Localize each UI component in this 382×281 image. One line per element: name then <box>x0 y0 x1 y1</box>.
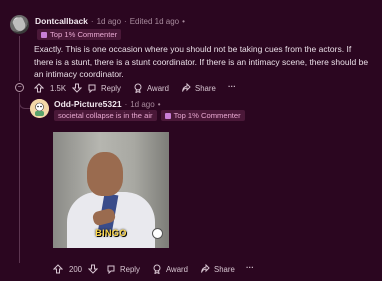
reply-icon <box>106 264 116 274</box>
user-flair: societal collapse is in the air <box>54 110 157 121</box>
gif-logo-icon <box>152 228 163 239</box>
reply-label: Reply <box>101 83 121 93</box>
thread-line[interactable] <box>19 36 20 81</box>
award-icon <box>152 264 162 274</box>
flair-label: Top 1% Commenter <box>173 111 241 120</box>
award-button[interactable]: Award <box>133 83 169 93</box>
comment-username[interactable]: Dontcallback <box>35 16 88 26</box>
flair-icon <box>164 113 171 119</box>
reply-gif[interactable]: BINGO <box>53 132 169 248</box>
award-icon <box>133 83 143 93</box>
thread-line[interactable] <box>19 93 20 263</box>
share-icon <box>200 264 210 274</box>
avatar[interactable] <box>10 15 29 34</box>
comment-body: Exactly. This is one occasion where you … <box>34 44 369 79</box>
upvote-icon[interactable] <box>34 83 44 93</box>
comment-time[interactable]: 1d ago <box>97 17 121 26</box>
share-button[interactable]: Share <box>200 264 235 274</box>
meta-dot: • <box>182 16 185 26</box>
downvote-icon[interactable] <box>88 264 99 274</box>
more-options-button[interactable]: ··· <box>246 263 254 272</box>
award-button[interactable]: Award <box>152 264 188 274</box>
reply-username[interactable]: Odd-Picture5321 <box>54 99 122 109</box>
share-label: Share <box>195 83 216 93</box>
award-label: Award <box>147 83 169 93</box>
share-label: Share <box>214 264 235 274</box>
vote-group: 200 <box>53 264 99 274</box>
commenter-flair: Top 1% Commenter <box>160 110 245 121</box>
reply-button[interactable]: Reply <box>87 83 121 93</box>
reply-label: Reply <box>120 264 140 274</box>
meta-separator: · <box>124 99 128 109</box>
reply-button[interactable]: Reply <box>106 264 140 274</box>
share-button[interactable]: Share <box>181 83 216 93</box>
upvote-icon[interactable] <box>53 264 63 274</box>
vote-count: 200 <box>69 264 83 274</box>
flair-label: Top 1% Commenter <box>50 30 118 39</box>
meta-dot: • <box>157 99 161 109</box>
reply-time[interactable]: 1d ago <box>130 100 154 109</box>
downvote-icon[interactable] <box>72 83 83 93</box>
commenter-flair: Top 1% Commenter <box>37 29 122 40</box>
collapse-button[interactable]: − <box>15 83 24 92</box>
thread-branch <box>19 100 30 109</box>
more-options-button[interactable]: ··· <box>228 82 236 91</box>
vote-group: 1.5K <box>34 83 83 93</box>
vote-count: 1.5K <box>50 83 67 93</box>
share-icon <box>181 83 191 93</box>
flair-icon <box>41 32 47 38</box>
avatar[interactable] <box>30 99 49 118</box>
reply-icon <box>87 83 97 93</box>
meta-separator: · <box>90 16 94 26</box>
comment-edited: Edited 1d ago <box>129 16 180 26</box>
meta-separator: · <box>124 16 127 26</box>
award-label: Award <box>166 264 188 274</box>
